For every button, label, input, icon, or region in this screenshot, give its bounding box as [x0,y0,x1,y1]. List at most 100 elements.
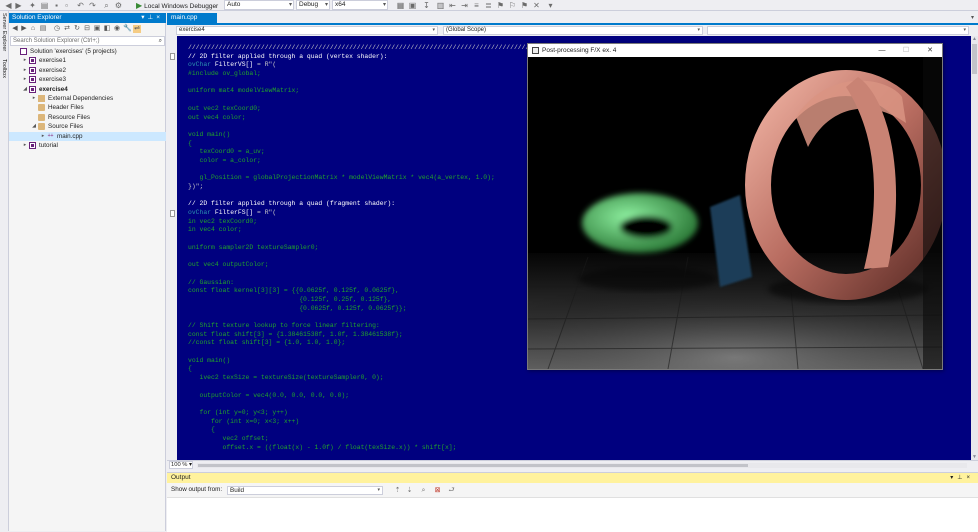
clear-all-icon[interactable]: ⊠ [433,486,442,495]
outdent-icon[interactable]: ⇥ [460,1,469,10]
zoom-dropdown[interactable]: 100 % ▾ [169,461,193,469]
sync-icon[interactable]: ⇄ [63,25,71,33]
switch-views-icon[interactable]: ▤ [39,25,47,33]
tab-main-cpp[interactable]: main.cpp [167,13,217,23]
render-window[interactable]: Post-processing F/X ex. 4 — ☐ ✕ [527,43,943,370]
preview-icon[interactable]: ◉ [113,25,121,33]
start-debugger-button[interactable]: ▶ Local Windows Debugger [136,0,218,11]
forward-icon[interactable]: ▶ [14,1,23,10]
redo-icon[interactable]: ↷ [88,1,97,10]
expander-icon[interactable]: ▸ [22,75,28,84]
back-icon[interactable]: ◀ [4,1,13,10]
tree-item[interactable]: Resource Files [9,113,166,122]
output-source-dropdown[interactable]: Build ▾ [227,486,383,495]
undo-icon[interactable]: ↶ [76,1,85,10]
home-icon[interactable]: ⌂ [29,25,37,33]
next-bookmark-icon[interactable]: ⚑ [520,1,529,10]
find-message-icon[interactable]: ⌕ [419,486,428,495]
close-icon[interactable]: × [966,475,974,481]
scope-dropdown[interactable]: (Global Scope) ▾ [443,26,703,35]
tree-item[interactable]: ◢ exercise4 [9,85,166,94]
solution-configs-icon[interactable]: ⚙ [114,1,123,10]
tree-item[interactable]: Header Files [9,103,166,112]
settings-wrench-icon[interactable]: 🔧 [123,25,132,33]
find-icon[interactable]: ⌕ [102,1,111,10]
code-token: = R"( [253,61,277,69]
toolbox-tab[interactable]: Toolbox [1,59,7,78]
server-explorer-tab[interactable]: Server Explorer [1,13,7,51]
code-token: void main() [188,130,231,138]
output-text-area[interactable] [167,497,978,532]
collapse-marker[interactable] [170,210,175,217]
code-token: out vec4 outputColor; [188,261,269,269]
clear-bookmarks-icon[interactable]: ✕ [532,1,541,10]
member-dropdown[interactable]: ▾ [707,26,969,35]
refresh-icon[interactable]: ↻ [73,25,81,33]
project-dropdown[interactable]: exercise4 ▾ [176,26,438,35]
tab-overflow-icon[interactable]: ▾ [971,14,974,21]
minimize-icon[interactable]: — [870,44,894,57]
platform-dropdown[interactable]: x64 ▾ [332,0,388,10]
expander-icon[interactable]: ▸ [31,94,37,103]
tree-item[interactable]: ▸ exercise3 [9,75,166,84]
toggle-word-wrap-icon[interactable]: ⮐ [447,486,456,495]
tree-item-label: External Dependencies [48,95,114,102]
expander-icon[interactable]: ◢ [31,122,37,131]
go-to-next-icon[interactable]: ⇣ [405,486,414,495]
maximize-icon[interactable]: ☐ [894,44,918,57]
tree-item[interactable]: ▸ ++ main.cpp [9,131,166,141]
collapse-all-icon[interactable]: ⊟ [83,25,91,33]
scroll-thumb[interactable] [972,44,977,74]
navigation-bar: exercise4 ▾ (Global Scope) ▾ ▾ [167,25,978,36]
step-into-icon[interactable]: ↧ [422,1,431,10]
run-config-dropdown[interactable]: Auto ▾ [224,0,294,10]
tree-item[interactable]: ▸ exercise2 [9,66,166,75]
tree-item[interactable]: ▸ External Dependencies [9,94,166,103]
toolbar-icon-2[interactable]: ▣ [408,1,417,10]
tree-item[interactable]: ▸ exercise1 [9,56,166,65]
build-config-dropdown[interactable]: Debug ▾ [296,0,330,10]
save-icon[interactable]: ▪ [52,1,61,10]
forward-icon[interactable]: ▶ [20,25,28,33]
close-icon[interactable]: × [156,14,163,21]
comment-icon[interactable]: ≡ [472,1,481,10]
tree-item-label: main.cpp [57,132,83,140]
indent-icon[interactable]: ⇤ [448,1,457,10]
scroll-up-icon[interactable]: ▲ [971,36,978,42]
expander-icon[interactable]: ▸ [22,66,28,75]
editor-horizontal-scrollbar[interactable] [197,463,967,468]
open-icon[interactable]: ▤ [40,1,49,10]
layout-icon[interactable]: ▥ [436,1,445,10]
collapse-marker[interactable] [170,53,175,60]
pin-icon[interactable]: ⊥ [148,14,157,21]
new-item-icon[interactable]: ✦ [28,1,37,10]
search-icon[interactable]: ⌕ [159,37,162,45]
toolbar-icon-1[interactable]: ▦ [396,1,405,10]
expander-icon[interactable]: ▸ [22,141,28,150]
more-icon[interactable]: ▾ [546,1,555,10]
solution-search-input[interactable]: Search Solution Explorer (Ctrl+;) ⌕ [10,36,165,46]
bookmark-icon[interactable]: ⚑ [496,1,505,10]
prev-bookmark-icon[interactable]: ⚐ [508,1,517,10]
save-all-icon[interactable]: ▫ [62,1,71,10]
render-canvas[interactable] [528,57,942,369]
code-token: ivec2 texSize = textureSize(textureSampl… [188,374,384,382]
expander-icon[interactable]: ▸ [22,56,28,65]
tree-item[interactable]: Solution 'exercises' (5 projects) [9,47,166,56]
tree-item[interactable]: ▸ tutorial [9,141,166,150]
uncomment-icon[interactable]: ≣ [484,1,493,10]
track-active-icon[interactable]: ⇌ [133,25,141,33]
back-icon[interactable]: ◀ [11,25,19,33]
code-token: for (int y=0; y<3; y++) [188,408,288,416]
render-window-titlebar[interactable]: Post-processing F/X ex. 4 — ☐ ✕ [528,44,942,57]
scroll-thumb[interactable] [198,464,748,467]
pending-changes-icon[interactable]: ◷ [53,25,61,33]
expander-icon[interactable]: ▸ [40,132,46,141]
editor-vertical-scrollbar[interactable]: ▲ ▼ [971,36,978,460]
expander-icon[interactable]: ◢ [22,85,28,94]
properties-icon[interactable]: ◧ [103,25,111,33]
close-icon[interactable]: ✕ [918,44,942,57]
tree-item[interactable]: ◢ Source Files [9,122,166,131]
go-to-previous-icon[interactable]: ⇡ [393,486,402,495]
show-all-files-icon[interactable]: ▣ [93,25,101,33]
